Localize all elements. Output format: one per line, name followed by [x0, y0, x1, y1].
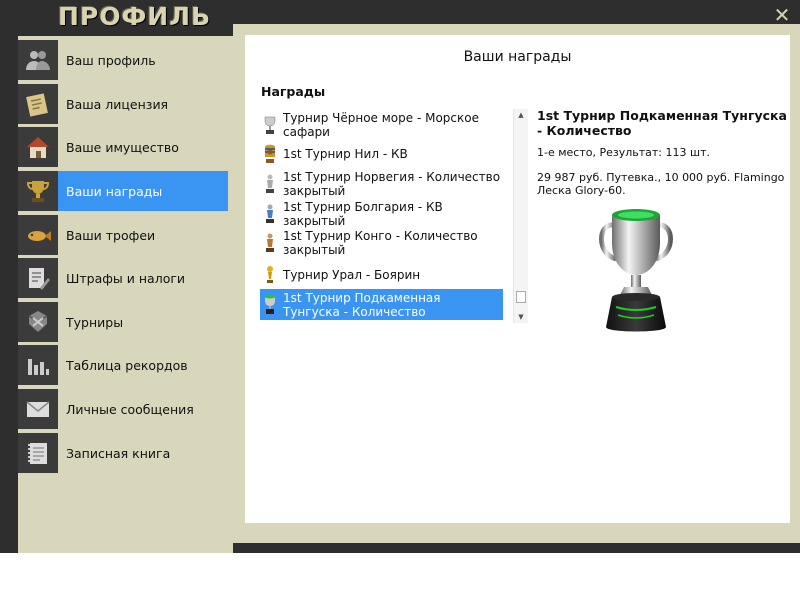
award-detail-result: 1-е место, Результат: 113 шт. [537, 146, 710, 159]
list-item-label: 1st Турнир Болгария - КВ закрытый [283, 199, 443, 228]
list-item[interactable]: 1st Турнир Норвегия - Количество закрыты… [260, 168, 503, 199]
awards-scrollbar[interactable]: ▲ ▼ [513, 109, 528, 323]
award-detail-prize: 29 987 руб. Путевка., 10 000 руб. Flamin… [537, 171, 785, 197]
bar-chart-icon [18, 345, 58, 385]
sidebar-item-label: Ваши трофеи [66, 227, 156, 243]
scroll-down-arrow-icon[interactable]: ▼ [514, 311, 528, 323]
panel-title: Ваши награды [463, 49, 572, 65]
list-item-label: 1st Турнир Нил - КВ [283, 147, 408, 161]
trophy-cup-icon [599, 209, 673, 332]
trophy-icon [18, 171, 58, 211]
section-title: Награды [261, 84, 326, 99]
sidebar-item-notebook[interactable]: Записная книга [18, 433, 228, 473]
sidebar-item-license[interactable]: Ваша лицензия [18, 84, 228, 124]
document-pen-icon [18, 258, 58, 298]
gold-figure-icon [260, 263, 280, 287]
sidebar-item-fines[interactable]: Штрафы и налоги [18, 258, 228, 298]
blue-statue-icon [260, 202, 280, 226]
close-button[interactable]: ✕ [772, 5, 792, 25]
pharaoh-award-icon [260, 142, 280, 166]
list-item[interactable]: Турнир Урал - Боярин [260, 263, 503, 287]
list-item[interactable]: 1st Турнир Болгария - КВ закрытый [260, 198, 503, 229]
list-item-label: 1st Турнир Конго - Количество закрытый [283, 228, 478, 257]
sidebar: Ваш профиль Ваша лицензия Ваше имущество… [18, 36, 233, 553]
awards-list: Турнир Чёрное море - Морское сафари 1st … [260, 109, 503, 323]
sidebar-item-label: Турниры [66, 314, 124, 330]
sidebar-item-tournaments[interactable]: Турниры [18, 302, 228, 342]
list-item-label: 1st Турнир Норвегия - Количество закрыты… [283, 169, 501, 198]
sidebar-item-label: Ваш профиль [66, 52, 156, 68]
sidebar-item-messages[interactable]: Личные сообщения [18, 389, 228, 429]
sidebar-item-label: Записная книга [66, 445, 171, 461]
award-detail-title: 1st Турнир Подкаменная Тунгуска - Количе… [537, 108, 787, 138]
silver-cup-icon [260, 113, 280, 137]
sidebar-item-label: Таблица рекордов [66, 357, 188, 373]
sidebar-item-label: Ваши награды [66, 183, 163, 199]
sidebar-item-profile[interactable]: Ваш профиль [18, 40, 228, 80]
green-cup-icon [260, 293, 280, 317]
scroll-thumb[interactable] [516, 291, 526, 303]
sidebar-item-label: Ваше имущество [66, 139, 179, 155]
sidebar-item-label: Штрафы и налоги [66, 270, 186, 286]
sidebar-item-records[interactable]: Таблица рекордов [18, 345, 228, 385]
tournament-icon [18, 302, 58, 342]
silver-statue-icon [260, 172, 280, 196]
notebook-icon [18, 433, 58, 473]
users-icon [18, 40, 58, 80]
list-item[interactable]: Турнир Чёрное море - Морское сафари [260, 109, 503, 140]
awards-panel: Ваши награды Награды Турнир Чёрное море … [245, 35, 790, 523]
list-item-selected[interactable]: 1st Турнир Подкаменная Тунгуска - Количе… [260, 289, 503, 320]
sidebar-item-awards[interactable]: Ваши награды [18, 171, 228, 211]
sidebar-item-label: Личные сообщения [66, 401, 194, 417]
list-item-label: Турнир Чёрное море - Морское сафари [283, 110, 479, 139]
list-item[interactable]: 1st Турнир Нил - КВ [260, 142, 503, 166]
list-item-label: Турнир Урал - Боярин [283, 268, 421, 282]
license-icon [18, 84, 58, 124]
list-item-label: 1st Турнир Подкаменная Тунгуска - Количе… [283, 290, 441, 319]
envelope-icon [18, 389, 58, 429]
list-item[interactable]: 1st Турнир Конго - Количество закрытый [260, 227, 503, 258]
fish-icon [18, 215, 58, 255]
sidebar-item-trophies[interactable]: Ваши трофеи [18, 215, 228, 255]
sidebar-item-property[interactable]: Ваше имущество [18, 127, 228, 167]
bronze-statue-icon [260, 231, 280, 255]
window-title: ПРОФИЛЬ [58, 2, 212, 31]
sidebar-item-label: Ваша лицензия [66, 96, 169, 112]
house-icon [18, 127, 58, 167]
scroll-up-arrow-icon[interactable]: ▲ [514, 109, 528, 121]
